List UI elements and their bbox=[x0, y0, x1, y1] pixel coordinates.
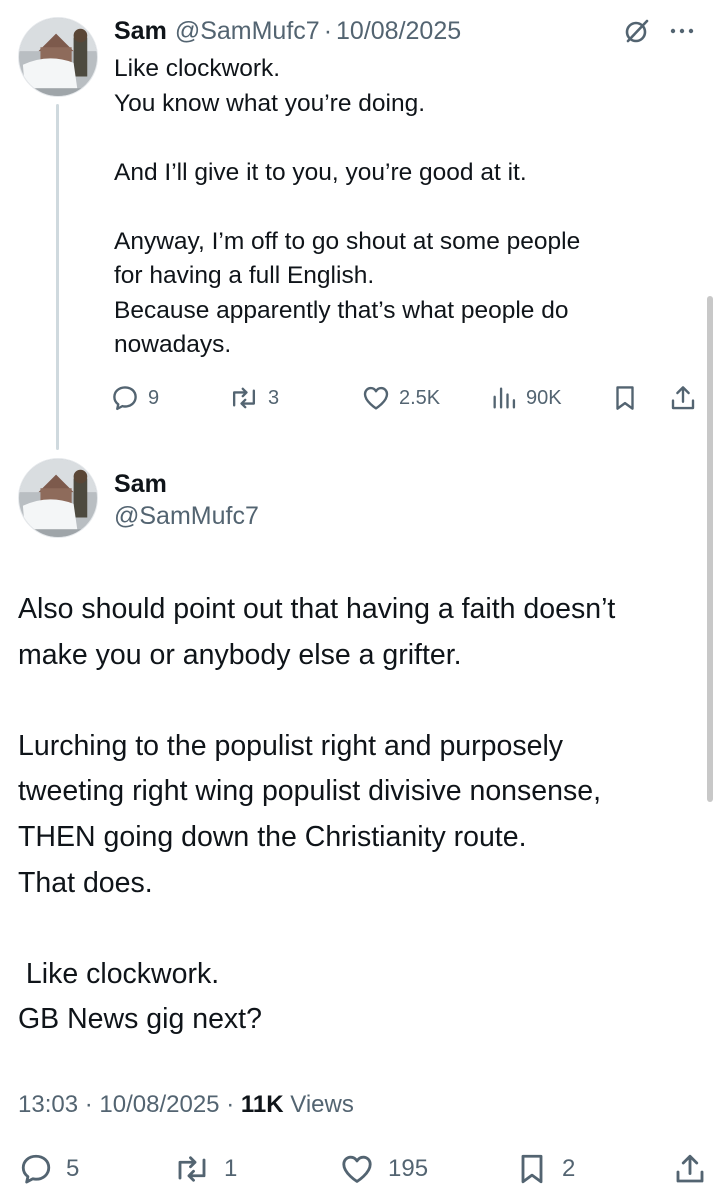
tweet-blank-line bbox=[18, 678, 708, 724]
tweet-date[interactable]: 10/08/2025 bbox=[99, 1091, 219, 1118]
scrollbar[interactable] bbox=[707, 296, 713, 802]
reply-count: 5 bbox=[66, 1155, 80, 1182]
bookmark-button[interactable] bbox=[610, 378, 640, 418]
heart-icon bbox=[363, 386, 389, 410]
separator-dot: · bbox=[226, 1091, 235, 1118]
share-button[interactable] bbox=[668, 378, 698, 418]
tweet-line: Anyway, I’m off to go shout at some peop… bbox=[114, 227, 581, 255]
repost-icon bbox=[178, 1156, 206, 1182]
separator-dot: · bbox=[84, 1091, 93, 1118]
tweet-meta: 13:03 · 10/08/2025 · 11K Views bbox=[18, 1091, 354, 1119]
tweet-line: make you or anybody else a grifter. bbox=[18, 638, 462, 671]
views-button[interactable]: 90K bbox=[490, 378, 562, 418]
avatar-photo bbox=[19, 18, 97, 96]
tweet-line: THEN going down the Christianity route. bbox=[18, 820, 527, 853]
author-handle[interactable]: @SamMufc7 bbox=[114, 502, 259, 531]
tweet-line: And I’ll give it to you, you’re good at … bbox=[114, 158, 527, 186]
avatar[interactable] bbox=[18, 458, 98, 538]
separator-dot: · bbox=[323, 16, 333, 45]
avatar-photo bbox=[19, 459, 97, 537]
tweet-line: nowadays. bbox=[114, 331, 232, 358]
tweet-line: That does. bbox=[18, 866, 153, 899]
views-count: 90K bbox=[526, 386, 562, 409]
share-button[interactable] bbox=[672, 1146, 708, 1192]
reply-icon bbox=[113, 386, 137, 411]
reply-button[interactable]: 9 bbox=[110, 378, 159, 418]
tweet-line: Like clockwork. bbox=[18, 957, 220, 990]
tweet-line: You know what you’re doing. bbox=[114, 89, 425, 117]
tweet-line: Because apparently that’s what people do bbox=[114, 296, 569, 324]
repost-count: 1 bbox=[224, 1155, 238, 1182]
main-tweet-actions: 5 1 195 2 bbox=[18, 1146, 708, 1192]
like-count: 195 bbox=[388, 1155, 429, 1182]
grok-icon[interactable] bbox=[622, 16, 652, 46]
parent-tweet-actions: 9 3 2.5K 90K bbox=[110, 378, 710, 418]
like-button[interactable]: 195 bbox=[338, 1146, 428, 1192]
bookmark-icon bbox=[521, 1154, 543, 1184]
repost-button[interactable]: 1 bbox=[172, 1146, 237, 1192]
parent-tweet-header: Sam @SamMufc7 · 10/08/2025 bbox=[114, 14, 461, 48]
author-name[interactable]: Sam bbox=[114, 470, 167, 499]
tweet-line: tweeting right wing populist divisive no… bbox=[18, 775, 601, 808]
tweet-line: GB News gig next? bbox=[18, 1003, 262, 1036]
like-count: 2.5K bbox=[399, 386, 441, 409]
share-icon bbox=[671, 386, 695, 410]
reply-button[interactable]: 5 bbox=[18, 1146, 79, 1192]
avatar[interactable] bbox=[18, 17, 98, 97]
tweet-line: Lurching to the populist right and purpo… bbox=[18, 729, 564, 762]
repost-button[interactable]: 3 bbox=[228, 378, 279, 418]
tweet-date[interactable]: 10/08/2025 bbox=[336, 17, 461, 46]
repost-count: 3 bbox=[268, 386, 280, 409]
reply-count: 9 bbox=[148, 386, 160, 409]
tweet-blank-line bbox=[18, 906, 708, 952]
analytics-icon bbox=[493, 387, 516, 409]
bookmark-button[interactable]: 2 bbox=[514, 1146, 575, 1192]
author-name[interactable]: Sam bbox=[114, 17, 167, 46]
thread-line bbox=[56, 104, 59, 450]
tweet-time[interactable]: 13:03 bbox=[18, 1091, 78, 1118]
more-icon[interactable] bbox=[666, 16, 698, 46]
parent-tweet-text: Like clockwork. You know what you’re doi… bbox=[114, 52, 704, 363]
heart-icon bbox=[342, 1155, 372, 1183]
views-label: Views bbox=[290, 1091, 354, 1118]
repost-icon bbox=[232, 387, 256, 409]
share-icon bbox=[676, 1154, 704, 1183]
tweet-line: Like clockwork. bbox=[114, 55, 281, 82]
bookmark-icon bbox=[616, 386, 634, 410]
views-count[interactable]: 11K bbox=[241, 1091, 284, 1118]
author-handle[interactable]: @SamMufc7 bbox=[175, 17, 320, 46]
tweet-line: for having a full English. bbox=[114, 262, 375, 289]
bookmark-count: 2 bbox=[562, 1155, 576, 1182]
tweet-blank-line bbox=[114, 190, 704, 225]
like-button[interactable]: 2.5K bbox=[361, 378, 440, 418]
main-tweet-text: Also should point out that having a fait… bbox=[18, 587, 708, 1043]
tweet-line: Also should point out that having a fait… bbox=[18, 593, 616, 625]
reply-icon bbox=[21, 1154, 51, 1184]
tweet-blank-line bbox=[114, 121, 704, 156]
